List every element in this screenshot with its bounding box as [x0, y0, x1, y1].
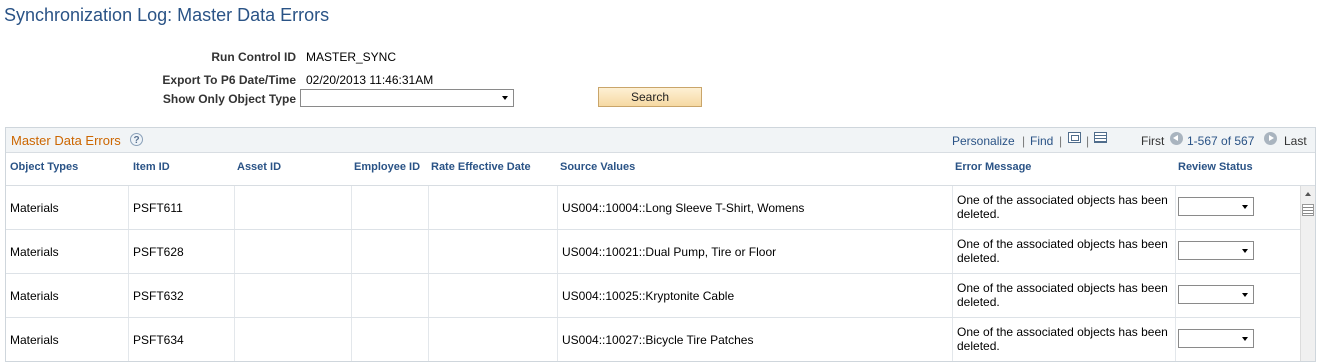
column-header-employee-id[interactable]: Employee ID — [354, 161, 420, 173]
error-message-cell: One of the associated objects has been d… — [953, 318, 1176, 361]
personalize-link[interactable]: Personalize — [952, 134, 1015, 148]
table-row: Materials PSFT628 US004::10021::Dual Pum… — [6, 230, 1300, 274]
column-header-review-status[interactable]: Review Status — [1178, 161, 1253, 173]
row-range: 1-567 of 567 — [1187, 134, 1255, 148]
toolbar-separator: | — [1086, 134, 1090, 148]
error-message-cell: One of the associated objects has been d… — [953, 186, 1176, 229]
review-status-select[interactable] — [1178, 241, 1254, 260]
column-header-error-message[interactable]: Error Message — [955, 161, 1031, 173]
toolbar-separator: | — [1022, 134, 1026, 148]
asset-id-cell — [235, 274, 352, 317]
arrow-right-icon[interactable] — [1264, 132, 1277, 145]
chevron-down-icon — [1242, 293, 1248, 297]
rate-effective-date-cell — [429, 318, 558, 361]
object-type-cell: Materials — [6, 274, 129, 317]
employee-id-cell — [352, 274, 429, 317]
chevron-down-icon — [1242, 249, 1248, 253]
arrow-left-icon[interactable] — [1170, 132, 1183, 145]
table-row: Materials PSFT634 US004::10027::Bicycle … — [6, 318, 1300, 361]
column-header-row: Object Types Item ID Asset ID Employee I… — [6, 153, 1315, 186]
run-control-value: MASTER_SYNC — [306, 50, 397, 64]
last-label: Last — [1284, 134, 1307, 148]
item-id-cell: PSFT632 — [129, 274, 235, 317]
toolbar-separator: | — [1059, 134, 1063, 148]
find-link[interactable]: Find — [1030, 134, 1053, 148]
scrollbar-thumb[interactable] — [1302, 204, 1314, 216]
chevron-down-icon — [1242, 205, 1248, 209]
first-label: First — [1141, 134, 1165, 148]
grid-rows: Materials PSFT611 US004::10004::Long Sle… — [6, 186, 1300, 361]
employee-id-cell — [352, 230, 429, 273]
source-values-cell: US004::10021::Dual Pump, Tire or Floor — [558, 230, 953, 273]
column-header-object-types[interactable]: Object Types — [10, 161, 78, 173]
source-values-cell: US004::10025::Kryptonite Cable — [558, 274, 953, 317]
object-type-cell: Materials — [6, 318, 129, 361]
error-message-cell: One of the associated objects has been d… — [953, 274, 1176, 317]
employee-id-cell — [352, 318, 429, 361]
vertical-scrollbar[interactable] — [1300, 186, 1315, 361]
asset-id-cell — [235, 318, 352, 361]
master-data-errors-grid: Master Data Errors ? Personalize | Find … — [5, 127, 1316, 362]
search-button[interactable]: Search — [598, 87, 702, 107]
scroll-up-icon[interactable] — [1305, 192, 1311, 196]
column-header-rate-effective-date[interactable]: Rate Effective Date — [431, 161, 531, 173]
column-header-item-id[interactable]: Item ID — [133, 161, 170, 173]
source-values-cell: US004::10027::Bicycle Tire Patches — [558, 318, 953, 361]
column-header-asset-id[interactable]: Asset ID — [237, 161, 281, 173]
item-id-cell: PSFT628 — [129, 230, 235, 273]
asset-id-cell — [235, 186, 352, 229]
grid-title: Master Data Errors — [11, 133, 121, 148]
error-message-cell: One of the associated objects has been d… — [953, 230, 1176, 273]
object-type-cell: Materials — [6, 230, 129, 273]
help-icon[interactable]: ? — [130, 133, 143, 146]
grid-header-bar: Master Data Errors ? Personalize | Find … — [6, 128, 1315, 153]
page-title: Synchronization Log: Master Data Errors — [4, 5, 330, 25]
rate-effective-date-cell — [429, 186, 558, 229]
object-type-select[interactable] — [300, 89, 514, 107]
asset-id-cell — [235, 230, 352, 273]
object-type-cell: Materials — [6, 186, 129, 229]
employee-id-cell — [352, 186, 429, 229]
item-id-cell: PSFT634 — [129, 318, 235, 361]
column-header-source-values[interactable]: Source Values — [560, 161, 635, 173]
run-control-label: Run Control ID — [211, 50, 296, 64]
table-row: Materials PSFT611 US004::10004::Long Sle… — [6, 186, 1300, 230]
review-status-select[interactable] — [1178, 285, 1254, 304]
rate-effective-date-cell — [429, 230, 558, 273]
chevron-down-icon — [1242, 337, 1248, 341]
export-datetime-value: 02/20/2013 11:46:31AM — [306, 73, 434, 87]
rate-effective-date-cell — [429, 274, 558, 317]
chevron-down-icon — [502, 96, 508, 100]
zoom-icon[interactable] — [1068, 132, 1081, 143]
source-values-cell: US004::10004::Long Sleeve T-Shirt, Women… — [558, 186, 953, 229]
table-row: Materials PSFT632 US004::10025::Kryptoni… — [6, 274, 1300, 318]
object-type-label: Show Only Object Type — [162, 92, 296, 106]
review-status-select[interactable] — [1178, 329, 1254, 348]
export-datetime-label: Export To P6 Date/Time — [162, 73, 296, 87]
item-id-cell: PSFT611 — [129, 186, 235, 229]
review-status-select[interactable] — [1178, 197, 1254, 216]
download-icon[interactable] — [1094, 132, 1107, 143]
